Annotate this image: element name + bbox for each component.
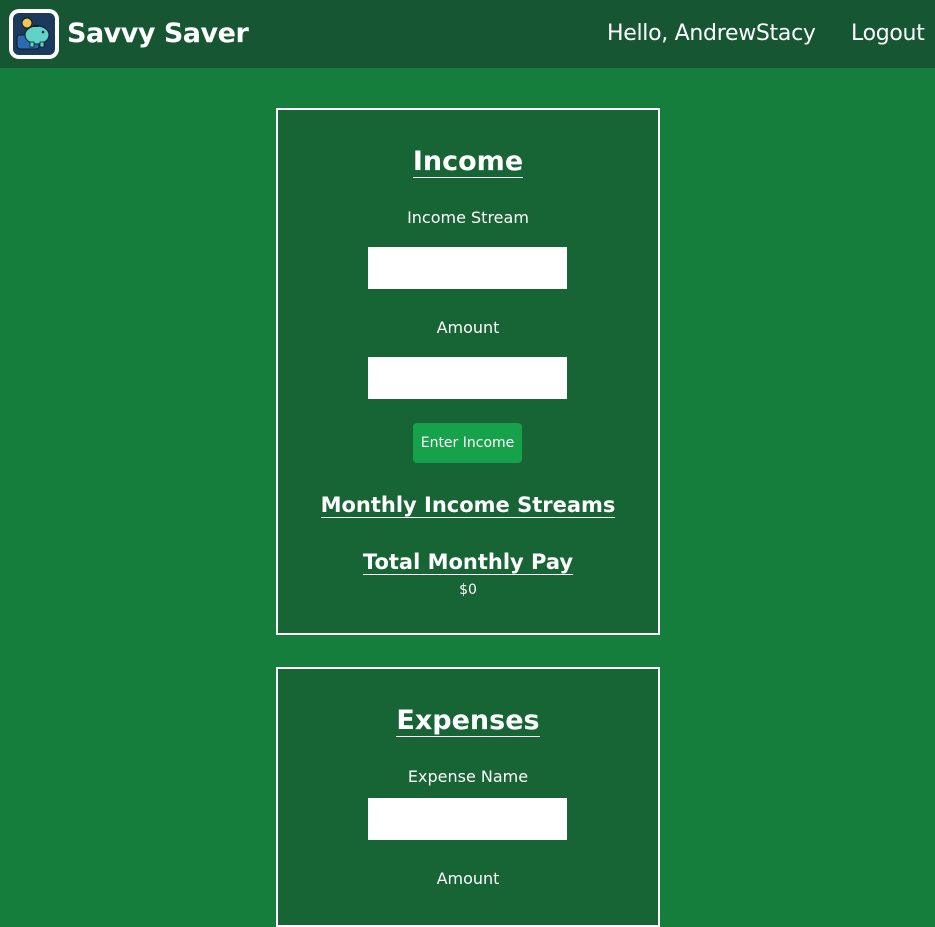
monthly-income-streams-title: Monthly Income Streams (320, 493, 616, 518)
brand-name[interactable]: Savvy Saver (67, 14, 249, 54)
enter-income-button[interactable]: Enter Income (413, 423, 522, 463)
income-stream-label: Income Stream (407, 208, 529, 227)
total-monthly-pay-value: $0 (459, 582, 477, 598)
income-stream-input[interactable] (368, 247, 567, 289)
income-title: Income (412, 146, 524, 178)
income-amount-label: Amount (436, 318, 500, 337)
navbar: Savvy Saver Hello, AndrewStacy Logout (0, 0, 935, 68)
expense-amount-label: Amount (436, 869, 500, 888)
piggy-bank-wallet-icon[interactable] (9, 9, 59, 59)
expenses-title: Expenses (396, 705, 540, 737)
total-monthly-pay-title: Total Monthly Pay (362, 550, 574, 575)
user-greeting: Hello, AndrewStacy (607, 21, 816, 46)
income-amount-input[interactable] (368, 357, 567, 399)
logout-link[interactable]: Logout (851, 16, 925, 52)
expense-name-input[interactable] (368, 798, 567, 840)
expenses-card: Expenses Expense Name Amount (276, 667, 660, 927)
expense-name-label: Expense Name (407, 767, 529, 786)
income-card: Income Income Stream Amount Enter Income… (276, 108, 660, 635)
